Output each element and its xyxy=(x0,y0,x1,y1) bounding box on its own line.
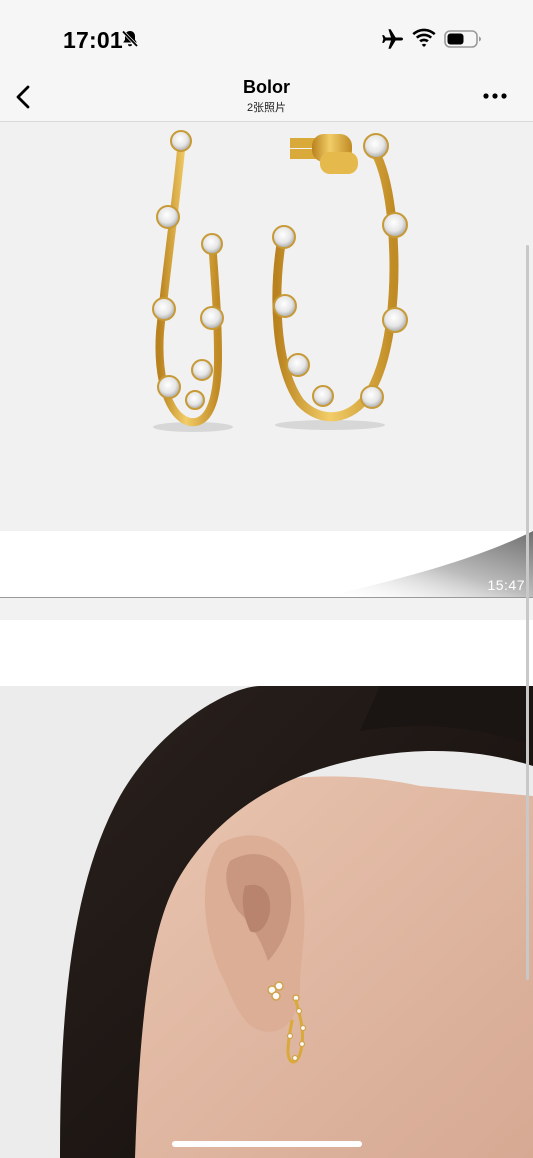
ear-illustration xyxy=(0,686,533,1158)
status-time: 17:01 xyxy=(63,27,123,53)
wifi-icon xyxy=(412,28,436,47)
photo-spacer xyxy=(0,620,533,686)
message-timestamp: 15:47 xyxy=(487,577,525,593)
hoop-earrings-illustration xyxy=(152,130,408,432)
photo-count-subtitle: 2张照片 xyxy=(246,102,287,114)
photo-caption-area xyxy=(0,531,533,597)
home-indicator[interactable] xyxy=(172,1141,362,1147)
message-gap xyxy=(0,598,533,620)
more-dots-icon[interactable] xyxy=(482,90,508,102)
airplane-icon xyxy=(382,29,403,49)
scrollbar[interactable] xyxy=(526,245,529,980)
status-bar: 17:01 xyxy=(0,0,533,76)
conversation-title: Bolor xyxy=(243,77,290,97)
ear-earrings-photo[interactable] xyxy=(0,686,533,1158)
nav-bar: Bolor 2张照片 xyxy=(0,76,533,122)
bell-slash-icon xyxy=(121,30,139,48)
battery-icon xyxy=(444,30,481,48)
gold-hoop-earrings-photo[interactable] xyxy=(0,122,533,531)
